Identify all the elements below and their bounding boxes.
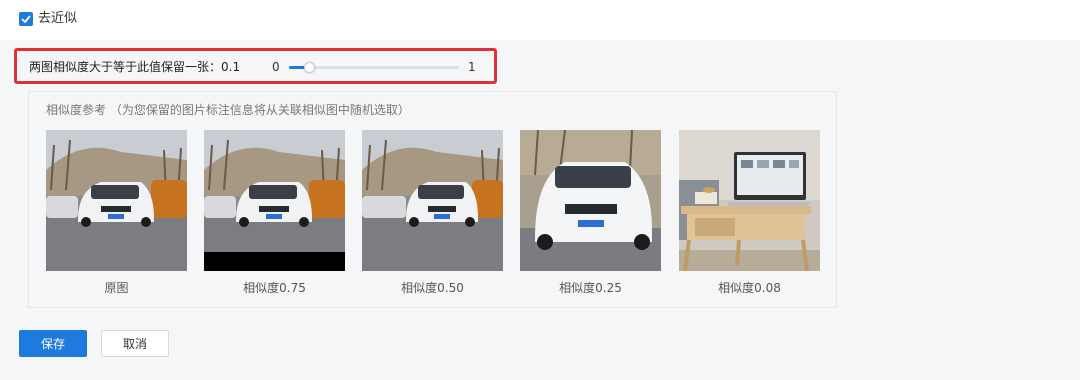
save-button[interactable]: 保存 — [19, 330, 87, 357]
reference-title: 相似度参考 （为您保留的图片标注信息将从关联相似图中随机选取） — [46, 103, 410, 117]
cancel-button[interactable]: 取消 — [101, 330, 169, 357]
top-options-bar: 去近似 — [0, 0, 1080, 40]
reference-image-0-75 — [204, 130, 345, 271]
caption-original: 原图 — [104, 281, 129, 295]
dedupe-label[interactable]: 去近似 — [38, 11, 77, 27]
reference-image-original — [46, 130, 187, 271]
threshold-label: 两图相似度大于等于此值保留一张：0.1 — [29, 60, 241, 74]
caption-0-25: 相似度0.25 — [559, 281, 622, 295]
reference-image-0-08 — [679, 130, 820, 271]
similarity-threshold-control: 两图相似度大于等于此值保留一张：0.1 0 1 — [14, 48, 497, 84]
caption-0-50: 相似度0.50 — [401, 281, 464, 295]
similarity-reference-panel: 相似度参考 （为您保留的图片标注信息将从关联相似图中随机选取） 原图 相似度0.… — [28, 91, 837, 308]
slider-max-label: 1 — [468, 60, 476, 74]
slider-thumb[interactable] — [304, 62, 315, 73]
slider-min-label: 0 — [272, 60, 280, 74]
reference-image-0-50 — [362, 130, 503, 271]
similarity-slider[interactable] — [289, 62, 459, 73]
caption-0-75: 相似度0.75 — [243, 281, 306, 295]
reference-image-0-25 — [520, 130, 661, 271]
dedupe-checkbox[interactable] — [19, 12, 33, 26]
check-icon — [21, 15, 31, 23]
caption-0-08: 相似度0.08 — [718, 281, 781, 295]
